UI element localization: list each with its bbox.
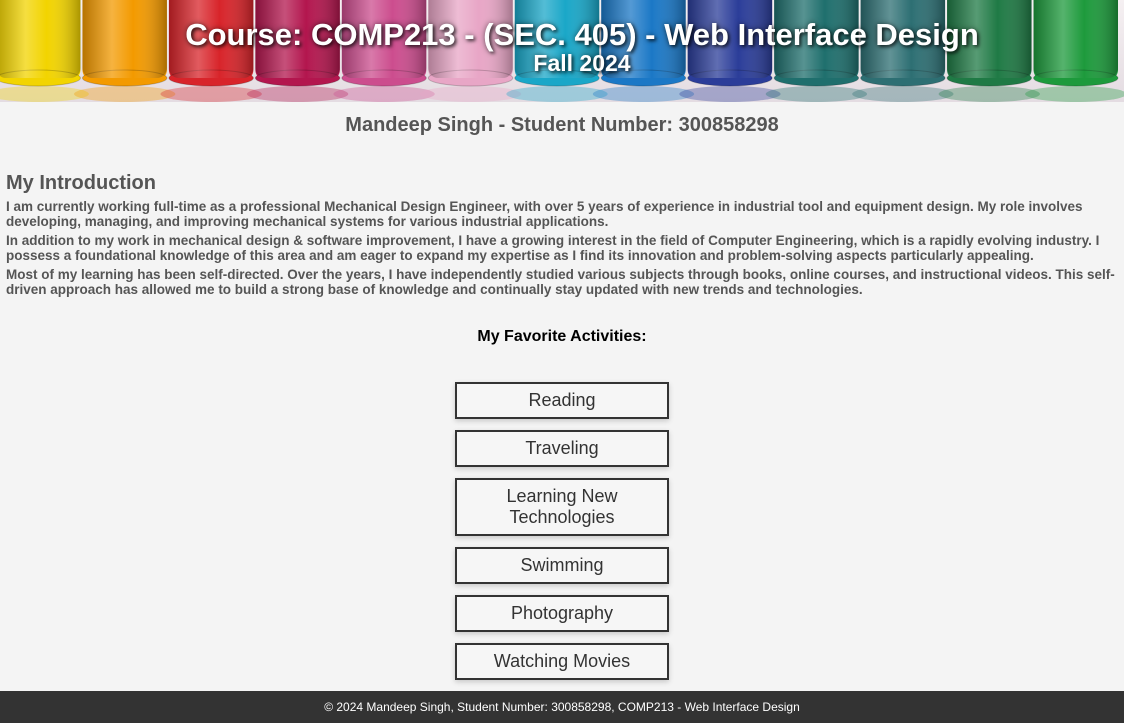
activity-item-traveling[interactable]: Traveling (455, 430, 669, 467)
paint-smudge (592, 86, 695, 102)
course-title: Course: COMP213 - (SEC. 405) - Web Inter… (185, 17, 979, 52)
paint-smudge (246, 86, 349, 102)
paint-smudge (1025, 86, 1124, 102)
paint-smudge (74, 86, 176, 102)
intro-paragraph: Most of my learning has been self-direct… (6, 267, 1115, 297)
activity-item-watching-movies[interactable]: Watching Movies (455, 643, 669, 680)
activity-item-learning-new-technologies[interactable]: Learning New Technologies (455, 478, 669, 536)
favorite-activities-heading: My Favorite Activities: (477, 328, 647, 345)
paint-smudge (765, 86, 868, 102)
student-name-number: Mandeep Singh - Student Number: 30085829… (345, 114, 779, 136)
paint-smudge (419, 86, 522, 102)
introduction-heading: My Introduction (6, 172, 156, 194)
activity-item-photography[interactable]: Photography (455, 595, 669, 632)
page-footer: © 2024 Mandeep Singh, Student Number: 30… (0, 691, 1124, 723)
activity-item-reading[interactable]: Reading (455, 382, 669, 419)
footer-copyright: © 2024 Mandeep Singh, Student Number: 30… (324, 700, 800, 714)
activities-list: Reading Traveling Learning New Technolog… (0, 382, 1124, 691)
banner-text: Course: COMP213 - (SEC. 405) - Web Inter… (0, 0, 1124, 76)
activity-item-swimming[interactable]: Swimming (455, 547, 669, 584)
paint-smudge (852, 86, 954, 102)
paint-smudge (333, 86, 435, 102)
intro-paragraph: I am currently working full-time as a pr… (6, 199, 1083, 229)
term-subtitle: Fall 2024 (533, 50, 631, 76)
header-banner: Course: COMP213 - (SEC. 405) - Web Inter… (0, 0, 1124, 102)
paint-smudge (679, 86, 781, 102)
paint-smudge (506, 86, 608, 102)
paint-smudge (160, 86, 262, 102)
introduction-section: My Introduction I am currently working f… (0, 172, 1124, 297)
intro-paragraph: In addition to my work in mechanical des… (6, 233, 1100, 263)
paint-smudge (938, 86, 1040, 102)
